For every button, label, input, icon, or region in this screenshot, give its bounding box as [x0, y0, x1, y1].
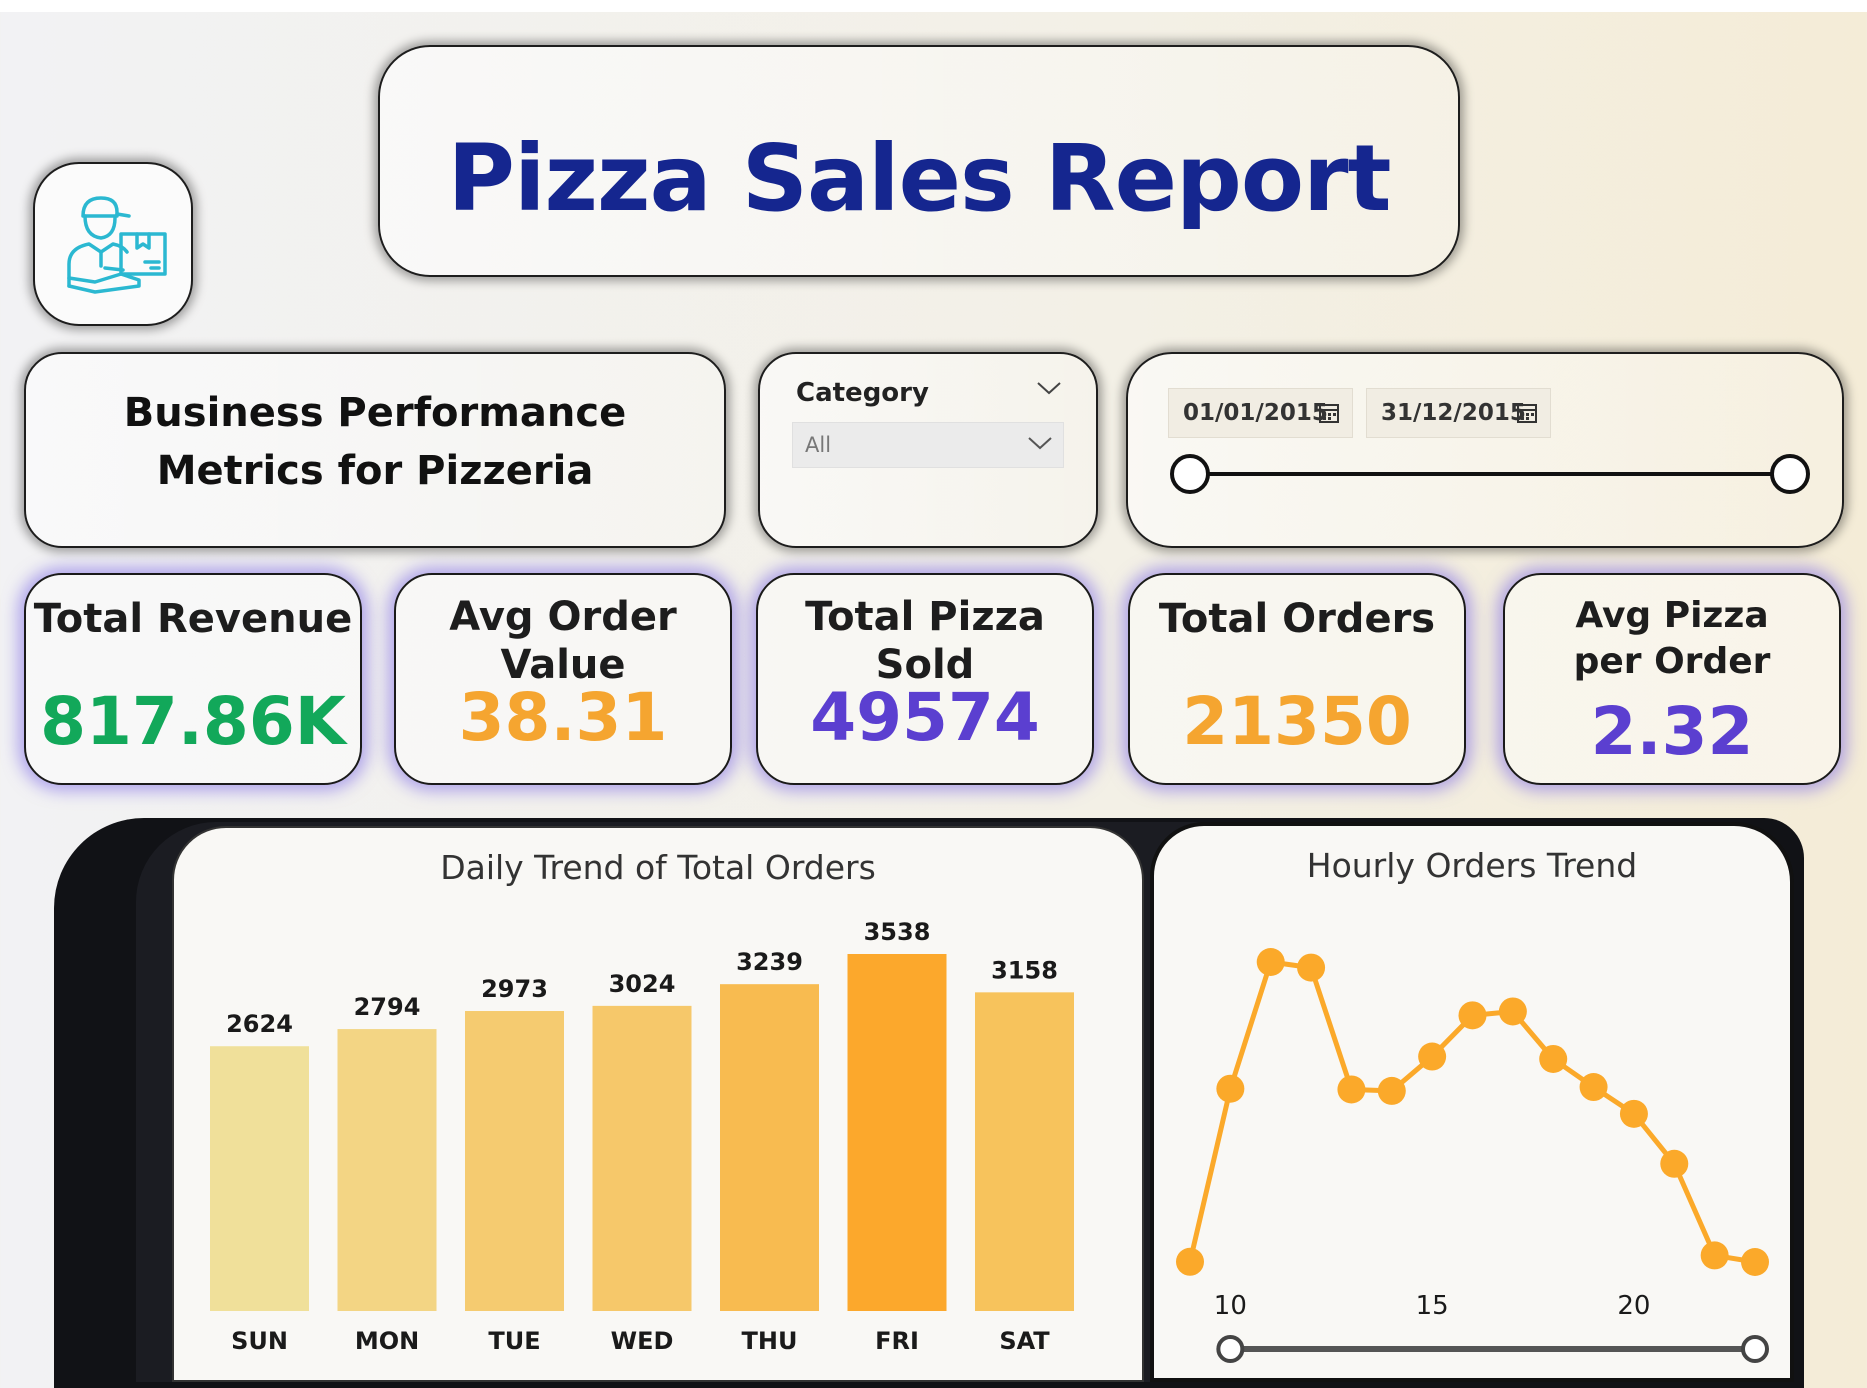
bar-sat[interactable]	[975, 992, 1074, 1311]
bar-chart-plot: 2624 SUN 2794 MON 2973 TUE 3024 WED 3239 THU 3538 F…	[210, 918, 1074, 1355]
kpi-value: 38.31	[458, 679, 668, 756]
date-slider-end-handle[interactable]	[1770, 454, 1810, 494]
category-value: All	[805, 433, 832, 457]
subtitle-text: Business Performance Metrics for Pizzeri…	[123, 390, 627, 494]
start-date-value: 01/01/2015	[1183, 400, 1328, 426]
kpi-value: 49574	[810, 679, 1040, 756]
daily-orders-chart: Daily Trend of Total Orders 2624 SUN 2794 M…	[172, 826, 1144, 1382]
bar-fri[interactable]	[847, 954, 947, 1311]
date-slider-start-handle[interactable]	[1170, 454, 1210, 494]
line-point[interactable]	[1700, 1241, 1729, 1270]
bar-data-label: 3538	[864, 918, 931, 946]
x-tick-label: SAT	[999, 1327, 1050, 1355]
line-point[interactable]	[1660, 1149, 1689, 1178]
top-strip	[0, 0, 1867, 12]
hour-slider-end-handle[interactable]	[1741, 1335, 1769, 1363]
bar-data-label: 2624	[226, 1010, 293, 1038]
line-point[interactable]	[1579, 1073, 1608, 1102]
logo-card	[33, 162, 193, 326]
title-card: Pizza Sales Report	[378, 45, 1460, 277]
kpi-value: 817.86K	[40, 683, 346, 760]
bar-data-label: 3239	[736, 948, 803, 976]
kpi-avg-order-value: Avg Order Value 38.31	[394, 573, 732, 785]
kpi-total-orders: Total Orders 21350	[1128, 573, 1466, 785]
line-point[interactable]	[1216, 1074, 1245, 1103]
bar-data-label: 2973	[481, 975, 548, 1003]
x-tick-label: SUN	[231, 1327, 288, 1355]
category-dropdown[interactable]: All	[792, 422, 1064, 468]
line-point[interactable]	[1256, 948, 1285, 976]
bar-data-label: 3158	[991, 956, 1058, 984]
chevron-down-icon	[1028, 437, 1052, 450]
kpi-value: 21350	[1182, 683, 1412, 760]
x-tick-label: 10	[1214, 1291, 1247, 1321]
hourly-orders-chart: Hourly Orders Trend 10 15 20	[1150, 822, 1794, 1382]
kpi-total-pizza-sold: Total Pizza Sold 49574	[756, 573, 1094, 785]
line-point[interactable]	[1337, 1075, 1366, 1104]
start-date-field[interactable]: 01/01/2015	[1168, 388, 1353, 438]
bar-data-label: 3024	[609, 970, 676, 998]
x-tick-label: FRI	[875, 1327, 919, 1355]
kpi-title: Total Revenue	[33, 596, 353, 642]
line-point[interactable]	[1418, 1042, 1447, 1071]
line-point[interactable]	[1539, 1044, 1568, 1073]
x-tick-label: TUE	[488, 1327, 540, 1355]
line-chart-plot: 10 15 20	[1176, 948, 1769, 1363]
x-tick-label: 15	[1416, 1291, 1449, 1321]
chevron-down-icon[interactable]	[1036, 380, 1062, 396]
end-date-field[interactable]: 31/12/2015	[1366, 388, 1551, 438]
kpi-title: Avg Pizza per Order	[1573, 595, 1771, 682]
calendar-icon[interactable]	[1516, 402, 1538, 424]
kpi-title: Avg Order Value	[449, 594, 677, 688]
bar-thu[interactable]	[720, 984, 819, 1311]
report-title: Pizza Sales Report	[447, 125, 1392, 232]
date-slider-track[interactable]	[1190, 472, 1790, 476]
subtitle-card: Business Performance Metrics for Pizzeri…	[24, 352, 726, 548]
line-point[interactable]	[1176, 1247, 1204, 1276]
date-range-slicer: 01/01/2015 31/12/2015	[1126, 352, 1844, 548]
kpi-title: Total Orders	[1158, 596, 1436, 642]
line-point[interactable]	[1297, 953, 1326, 982]
x-tick-label: WED	[611, 1327, 674, 1355]
x-tick-label: 20	[1617, 1291, 1650, 1321]
kpi-total-revenue: Total Revenue 817.86K	[24, 573, 362, 785]
delivery-person-icon	[67, 196, 167, 294]
line-point[interactable]	[1498, 997, 1527, 1026]
line-point[interactable]	[1741, 1248, 1769, 1276]
category-label: Category	[796, 378, 929, 408]
bar-wed[interactable]	[592, 1005, 692, 1311]
end-date-value: 31/12/2015	[1381, 400, 1526, 426]
line-point[interactable]	[1377, 1076, 1406, 1105]
kpi-value: 2.32	[1590, 693, 1754, 770]
line-point[interactable]	[1458, 1001, 1487, 1030]
bar-data-label: 2794	[354, 993, 421, 1021]
category-slicer: Category All	[758, 352, 1098, 548]
x-tick-label: THU	[742, 1327, 798, 1355]
x-tick-label: MON	[355, 1327, 419, 1355]
kpi-avg-pizza-per-order: Avg Pizza per Order 2.32	[1503, 573, 1841, 785]
bar-mon[interactable]	[337, 1029, 437, 1311]
bar-tue[interactable]	[465, 1011, 564, 1311]
calendar-icon[interactable]	[1318, 402, 1340, 424]
hour-slider-start-handle[interactable]	[1216, 1335, 1245, 1363]
line-point[interactable]	[1619, 1099, 1648, 1128]
kpi-title: Total Pizza Sold	[805, 594, 1045, 688]
bar-sun[interactable]	[210, 1046, 309, 1311]
